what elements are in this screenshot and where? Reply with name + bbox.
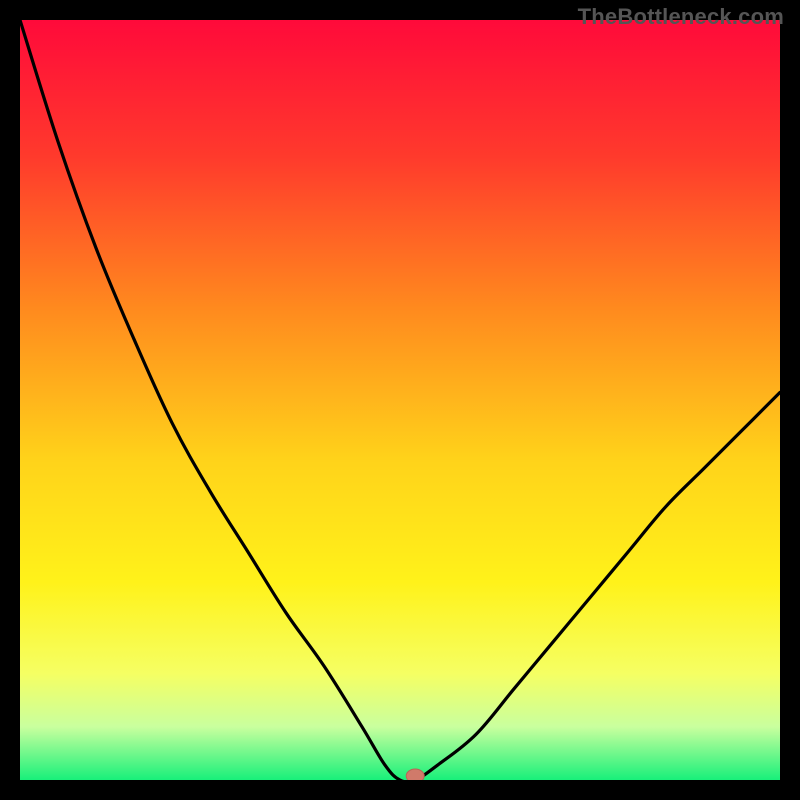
minimum-marker — [406, 769, 424, 780]
heat-gradient-background — [20, 20, 780, 780]
chart-container: TheBottleneck.com — [0, 0, 800, 800]
plot-frame — [20, 20, 780, 780]
watermark-label: TheBottleneck.com — [578, 4, 784, 30]
bottleneck-plot — [20, 20, 780, 780]
